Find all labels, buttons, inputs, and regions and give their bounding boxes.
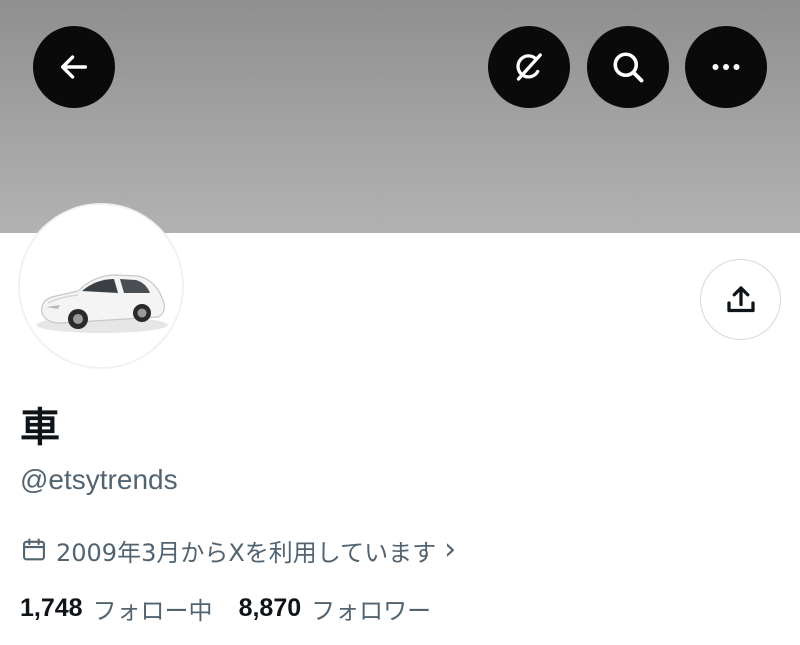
joined-date-row[interactable]: 2009年3月からXを利用しています › bbox=[20, 532, 456, 568]
followers-count: 8,870 bbox=[238, 593, 302, 622]
following-label: フォロー中 bbox=[92, 596, 213, 625]
grok-button[interactable] bbox=[488, 26, 570, 108]
joined-date-text: 2009年3月からXを利用しています bbox=[56, 538, 437, 567]
followers-label: フォロワー bbox=[311, 596, 432, 625]
followers-link[interactable]: 8,870 フォロワー bbox=[239, 591, 432, 626]
more-button[interactable] bbox=[685, 26, 767, 108]
profile-banner[interactable] bbox=[0, 0, 800, 233]
follow-stats: 1,748 フォロー中 8,870 フォロワー bbox=[20, 590, 431, 626]
share-upload-icon bbox=[726, 285, 755, 312]
profile-page: 車 @etsytrends 2009年3月からXを利用しています › 1,748… bbox=[0, 0, 800, 645]
profile-avatar[interactable] bbox=[18, 203, 184, 369]
calendar-icon bbox=[23, 538, 45, 561]
search-button[interactable] bbox=[587, 26, 669, 108]
more-horizontal-icon bbox=[712, 64, 740, 70]
arrow-left-icon bbox=[60, 55, 88, 79]
grok-icon bbox=[516, 53, 542, 81]
following-count: 1,748 bbox=[20, 593, 83, 622]
following-link[interactable]: 1,748 フォロー中 bbox=[20, 591, 213, 626]
search-icon bbox=[613, 52, 644, 83]
share-button[interactable] bbox=[700, 259, 781, 340]
chevron-right-icon: › bbox=[444, 532, 457, 567]
display-name: 車 bbox=[20, 405, 60, 451]
back-button[interactable] bbox=[33, 26, 115, 108]
user-handle: @etsytrends bbox=[20, 464, 178, 495]
white-car-avatar bbox=[20, 205, 182, 367]
